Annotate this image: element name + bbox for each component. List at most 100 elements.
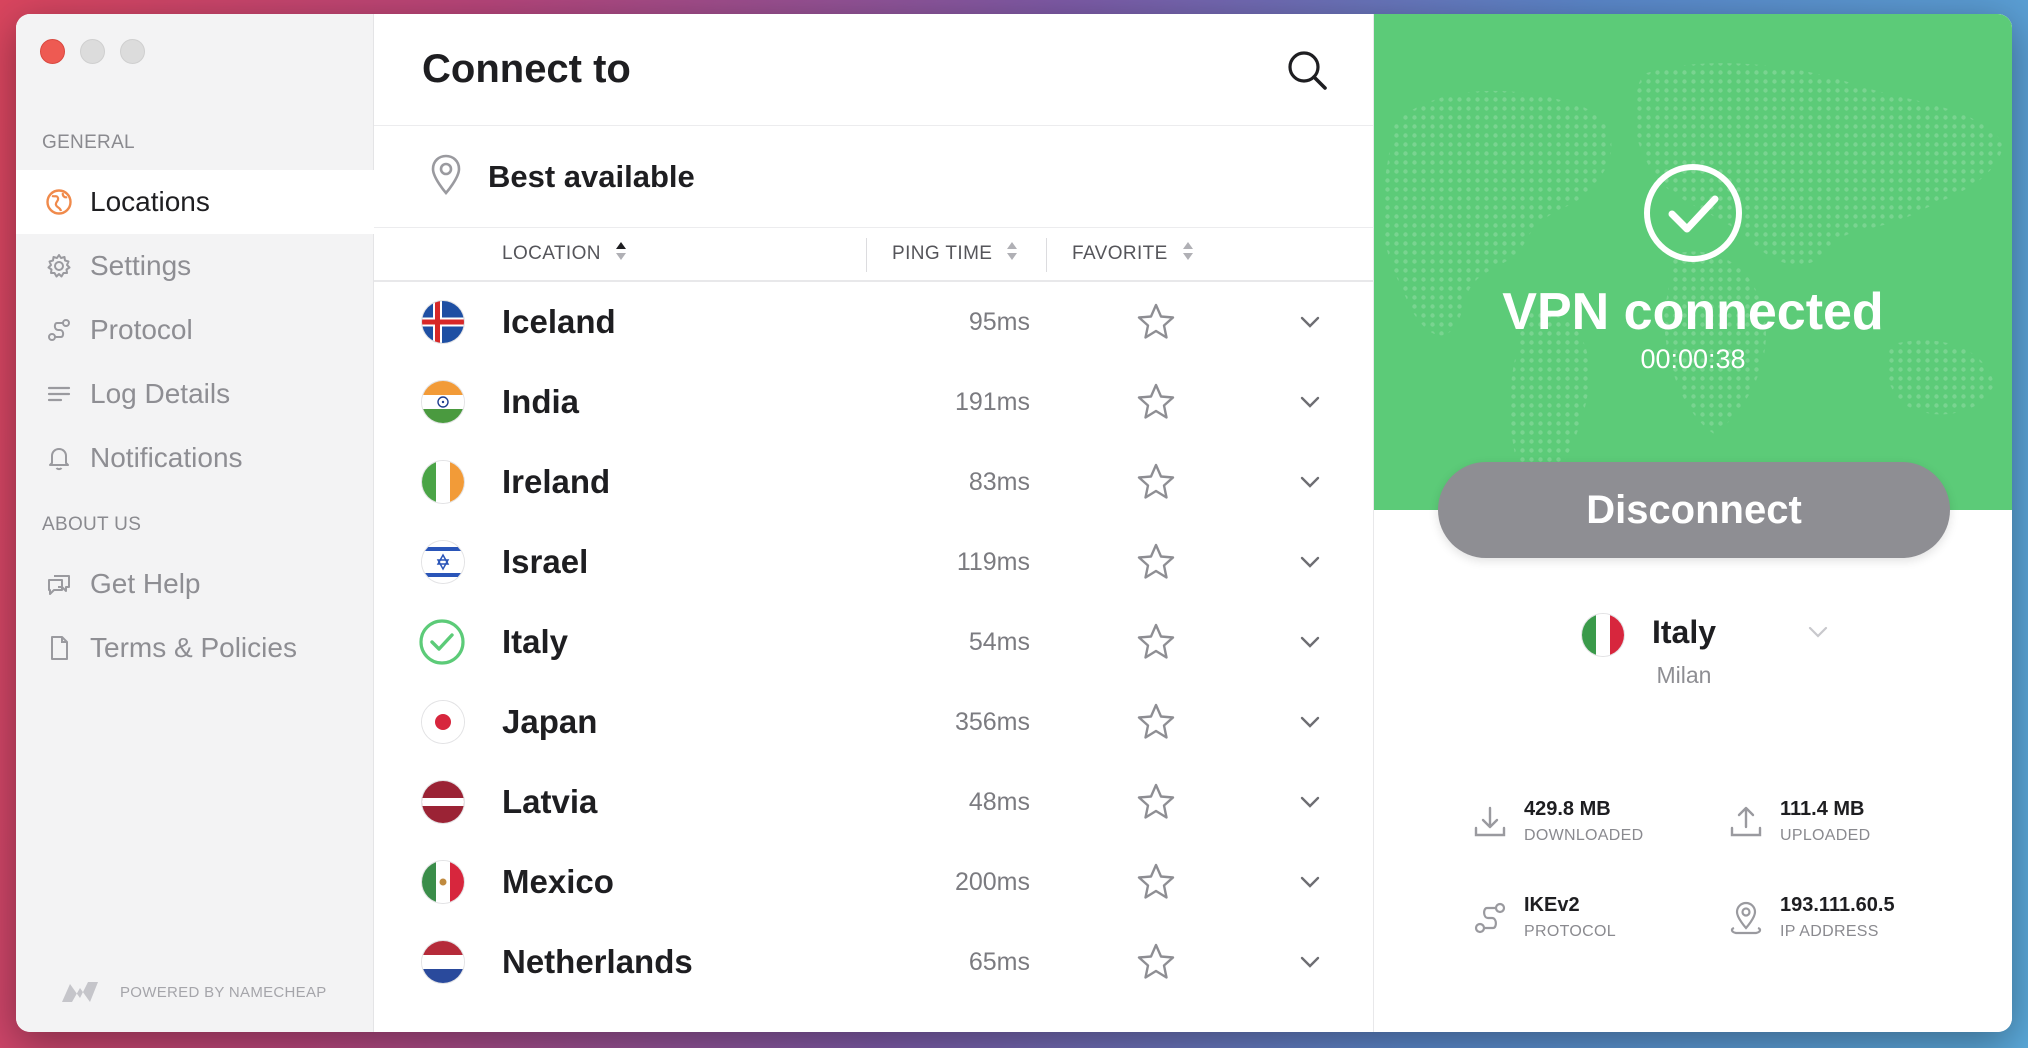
table-row[interactable]: Ireland 83ms xyxy=(374,442,1374,522)
country-name: Japan xyxy=(502,703,598,740)
search-button[interactable] xyxy=(1285,48,1329,92)
connection-timer: 00:00:38 xyxy=(1640,344,1746,374)
chevron-down-icon[interactable] xyxy=(1296,308,1324,336)
country-name: Latvia xyxy=(502,783,598,820)
table-row[interactable]: Netherlands 65ms xyxy=(374,922,1374,1002)
ping-value: 54ms xyxy=(968,627,1030,656)
sidebar-item-locations[interactable]: Locations xyxy=(16,170,374,234)
table-row[interactable]: Japan 356ms xyxy=(374,682,1374,762)
country-name: Iceland xyxy=(502,303,616,340)
download-icon xyxy=(1470,802,1510,842)
sidebar-item-get-help[interactable]: Get Help xyxy=(16,552,374,616)
namecheap-logo-icon xyxy=(62,982,98,1002)
disconnect-button[interactable]: Disconnect xyxy=(1438,462,1950,558)
ping-value: 95ms xyxy=(968,307,1030,336)
window-controls xyxy=(40,39,145,64)
favorite-star-icon[interactable] xyxy=(1136,302,1176,342)
favorite-star-icon[interactable] xyxy=(1136,942,1176,982)
locations-panel: Connect to Best available LOCATION PING … xyxy=(374,14,1374,1032)
location-pin-icon xyxy=(428,152,464,201)
ip-address-label: IP ADDRESS xyxy=(1780,923,1879,940)
country-name: Italy xyxy=(502,623,569,660)
column-label: FAVORITE xyxy=(1072,243,1168,264)
mexico-flag xyxy=(422,861,464,903)
ping-value: 191ms xyxy=(954,387,1030,416)
italy-flag xyxy=(1582,614,1624,656)
sort-icon xyxy=(615,241,627,267)
minimize-window-button[interactable] xyxy=(80,39,105,64)
best-available-option[interactable]: Best available xyxy=(374,126,1373,228)
ping-value: 356ms xyxy=(954,707,1030,736)
best-available-label: Best available xyxy=(488,158,695,194)
document-icon xyxy=(44,633,74,663)
close-window-button[interactable] xyxy=(40,39,65,64)
sidebar-item-label: Settings xyxy=(90,250,192,281)
sidebar-item-settings[interactable]: Settings xyxy=(16,234,374,298)
favorite-star-icon[interactable] xyxy=(1136,862,1176,902)
chevron-down-icon[interactable] xyxy=(1296,868,1324,896)
current-country[interactable]: Italy xyxy=(1652,614,1716,651)
country-name: Israel xyxy=(502,543,589,580)
chevron-down-icon[interactable] xyxy=(1804,618,1832,646)
sidebar-item-label: Locations xyxy=(90,186,210,217)
ping-value: 119ms xyxy=(956,547,1030,576)
israel-flag xyxy=(422,541,464,583)
sidebar-item-terms-policies[interactable]: Terms & Policies xyxy=(16,616,374,680)
table-row[interactable]: Mexico 200ms xyxy=(374,842,1374,922)
table-row[interactable]: Italy 54ms xyxy=(374,602,1374,682)
ip-address-value: 193.111.60.5 xyxy=(1780,894,1895,916)
sidebar: GENERAL Locations Settings Protocol Log … xyxy=(16,14,374,1032)
chevron-down-icon[interactable] xyxy=(1296,628,1324,656)
table-row[interactable]: Latvia 48ms xyxy=(374,762,1374,842)
country-name: Mexico xyxy=(502,863,614,900)
downloaded-label: DOWNLOADED xyxy=(1524,827,1644,844)
list-icon xyxy=(44,379,74,409)
protocol-stat: IKEv2 PROTOCOL xyxy=(1470,894,1616,941)
favorite-star-icon[interactable] xyxy=(1136,622,1176,662)
sidebar-item-log-details[interactable]: Log Details xyxy=(16,362,374,426)
column-header-ping[interactable]: PING TIME xyxy=(892,228,1018,280)
chat-icon xyxy=(44,569,74,599)
chevron-down-icon[interactable] xyxy=(1296,948,1324,976)
downloaded-stat: 429.8 MB DOWNLOADED xyxy=(1470,798,1643,845)
status-title: VPN connected xyxy=(1502,283,1884,341)
favorite-star-icon[interactable] xyxy=(1136,542,1176,582)
chevron-down-icon[interactable] xyxy=(1296,708,1324,736)
favorite-star-icon[interactable] xyxy=(1136,782,1176,822)
favorite-star-icon[interactable] xyxy=(1136,462,1176,502)
status-panel: VPN connected 00:00:38 Disconnect Italy … xyxy=(1374,14,2012,1032)
current-city: Milan xyxy=(1656,662,1712,688)
chevron-down-icon[interactable] xyxy=(1296,468,1324,496)
maximize-window-button[interactable] xyxy=(120,39,145,64)
protocol-icon xyxy=(44,315,74,345)
connected-check-icon xyxy=(418,618,466,666)
sidebar-item-label: Terms & Policies xyxy=(90,632,297,663)
sidebar-item-label: Protocol xyxy=(90,314,193,345)
favorite-star-icon[interactable] xyxy=(1136,382,1176,422)
ip-address-stat: 193.111.60.5 IP ADDRESS xyxy=(1726,894,1895,941)
favorite-star-icon[interactable] xyxy=(1136,702,1176,742)
ping-value: 200ms xyxy=(954,867,1030,896)
column-header-favorite[interactable]: FAVORITE xyxy=(1072,228,1194,280)
connected-check-icon xyxy=(1642,162,1744,264)
column-label: PING TIME xyxy=(892,243,993,264)
sidebar-item-protocol[interactable]: Protocol xyxy=(16,298,374,362)
chevron-down-icon[interactable] xyxy=(1296,548,1324,576)
ping-value: 83ms xyxy=(968,467,1030,496)
connection-status-header: VPN connected 00:00:38 xyxy=(1374,14,2012,510)
downloaded-value: 429.8 MB xyxy=(1524,798,1611,820)
globe-icon xyxy=(44,187,74,217)
chevron-down-icon[interactable] xyxy=(1296,788,1324,816)
powered-by-text: POWERED BY NAMECHEAP xyxy=(120,983,327,1001)
chevron-down-icon[interactable] xyxy=(1296,388,1324,416)
column-header-location[interactable]: LOCATION xyxy=(502,228,627,280)
sidebar-item-notifications[interactable]: Notifications xyxy=(16,426,374,490)
protocol-label: PROTOCOL xyxy=(1524,923,1616,940)
column-label: LOCATION xyxy=(502,243,601,264)
table-row[interactable]: Israel 119ms xyxy=(374,522,1374,602)
table-row[interactable]: Iceland 95ms xyxy=(374,282,1374,362)
table-row[interactable]: India 191ms xyxy=(374,362,1374,442)
location-pin-icon xyxy=(1726,898,1766,938)
ireland-flag xyxy=(422,461,464,503)
japan-flag xyxy=(422,701,464,743)
